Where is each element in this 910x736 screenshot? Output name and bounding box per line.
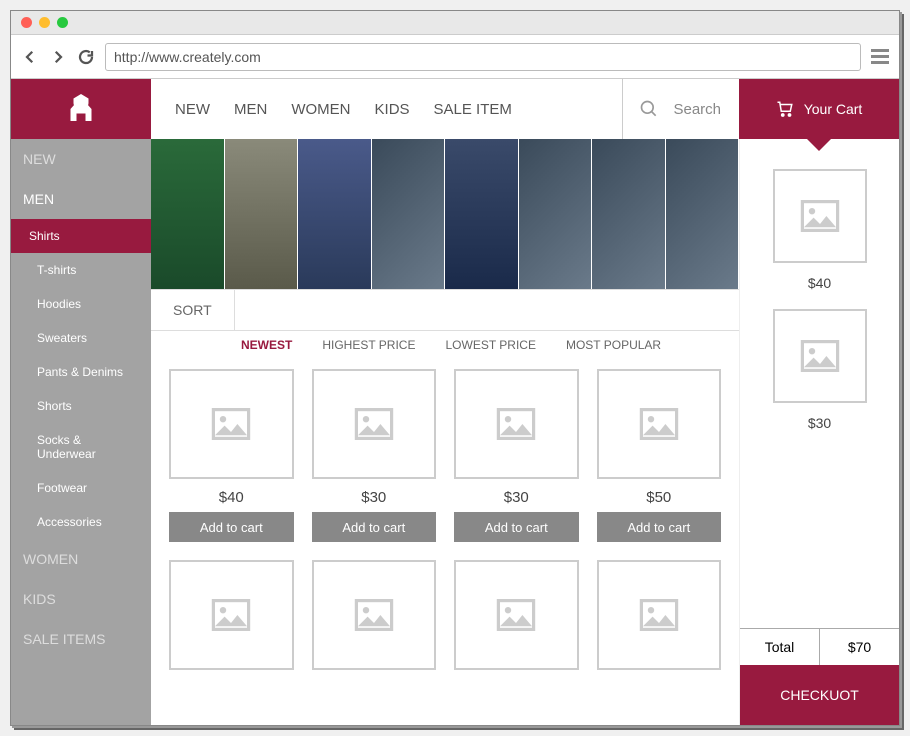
sidebar-sub-shorts[interactable]: Shorts	[11, 389, 151, 423]
sidebar-item-sale[interactable]: SALE ITEMS	[11, 619, 151, 659]
sidebar-sub-footwear[interactable]: Footwear	[11, 471, 151, 505]
product-card	[597, 560, 722, 670]
sidebar-item-kids[interactable]: KIDS	[11, 579, 151, 619]
cart-item-image[interactable]	[773, 309, 867, 403]
checkout-button[interactable]: CHECKUOT	[740, 665, 899, 725]
filter-newest[interactable]: NEWEST	[241, 338, 292, 352]
main-content: SORT NEWEST HIGHEST PRICE LOWEST PRICE M…	[151, 139, 739, 725]
sidebar: NEW MEN Shirts T-shirts Hoodies Sweaters…	[11, 139, 151, 725]
nav-kids[interactable]: KIDS	[375, 101, 410, 118]
product-price: $40	[219, 489, 244, 506]
product-row	[169, 560, 721, 670]
search-area[interactable]: Search	[622, 79, 739, 139]
sidebar-item-new[interactable]: NEW	[11, 139, 151, 179]
search-icon	[639, 99, 659, 119]
cart-item: $30	[773, 309, 867, 431]
sidebar-sub-tshirts[interactable]: T-shirts	[11, 253, 151, 287]
sidebar-item-women[interactable]: WOMEN	[11, 539, 151, 579]
product-image[interactable]	[597, 369, 722, 479]
cart-item-price: $30	[773, 415, 867, 431]
nav-new[interactable]: NEW	[175, 101, 210, 118]
product-row: $40 Add to cart $30 Add to cart $30 Add …	[169, 369, 721, 542]
banner-image-5	[445, 139, 519, 289]
nav-sale[interactable]: SALE ITEM	[434, 101, 512, 118]
cart-header[interactable]: Your Cart	[739, 79, 899, 139]
window-titlebar	[11, 11, 899, 35]
add-to-cart-button[interactable]: Add to cart	[597, 512, 722, 542]
banner-image-2	[225, 139, 299, 289]
back-button[interactable]	[21, 48, 39, 66]
cart-header-label: Your Cart	[804, 101, 863, 117]
cart-total-row: Total $70	[740, 628, 899, 665]
product-image[interactable]	[312, 369, 437, 479]
page-body: NEW MEN Shirts T-shirts Hoodies Sweaters…	[11, 139, 899, 725]
top-nav: NEW MEN WOMEN KIDS SALE ITEM	[151, 79, 622, 139]
product-card: $30 Add to cart	[454, 369, 579, 542]
cart-icon	[776, 100, 794, 118]
hero-banner	[151, 139, 739, 289]
reload-button[interactable]	[77, 48, 95, 66]
add-to-cart-button[interactable]: Add to cart	[454, 512, 579, 542]
search-placeholder: Search	[673, 101, 721, 118]
banner-image-3	[298, 139, 372, 289]
sort-label: SORT	[151, 290, 235, 330]
nav-men[interactable]: MEN	[234, 101, 267, 118]
logo[interactable]	[11, 79, 151, 139]
cart-item-image[interactable]	[773, 169, 867, 263]
url-input[interactable]	[105, 43, 861, 71]
product-price: $30	[504, 489, 529, 506]
banner-image-7	[592, 139, 666, 289]
product-card	[169, 560, 294, 670]
total-value: $70	[820, 629, 899, 665]
banner-image-1	[151, 139, 225, 289]
product-image[interactable]	[312, 560, 437, 670]
product-card: $30 Add to cart	[312, 369, 437, 542]
sidebar-sub-socks[interactable]: Socks & Underwear	[11, 423, 151, 471]
product-image[interactable]	[597, 560, 722, 670]
product-price: $30	[361, 489, 386, 506]
product-card: $50 Add to cart	[597, 369, 722, 542]
nav-women[interactable]: WOMEN	[291, 101, 350, 118]
sidebar-sub-pants[interactable]: Pants & Denims	[11, 355, 151, 389]
sort-bar: SORT	[151, 289, 739, 331]
cart-item-price: $40	[773, 275, 867, 291]
sort-filters: NEWEST HIGHEST PRICE LOWEST PRICE MOST P…	[151, 331, 739, 359]
filter-popular[interactable]: MOST POPULAR	[566, 338, 661, 352]
minimize-icon[interactable]	[39, 17, 50, 28]
banner-image-4	[372, 139, 446, 289]
browser-window: NEW MEN WOMEN KIDS SALE ITEM Search Your…	[10, 10, 900, 726]
product-card	[454, 560, 579, 670]
product-image[interactable]	[169, 560, 294, 670]
filter-highest[interactable]: HIGHEST PRICE	[322, 338, 415, 352]
product-card: $40 Add to cart	[169, 369, 294, 542]
sidebar-sub-accessories[interactable]: Accessories	[11, 505, 151, 539]
add-to-cart-button[interactable]: Add to cart	[312, 512, 437, 542]
product-image[interactable]	[454, 369, 579, 479]
sidebar-sub-shirts[interactable]: Shirts	[11, 219, 151, 253]
total-label: Total	[740, 629, 820, 665]
browser-toolbar	[11, 35, 899, 79]
site-header: NEW MEN WOMEN KIDS SALE ITEM Search Your…	[11, 79, 899, 139]
close-icon[interactable]	[21, 17, 32, 28]
maximize-icon[interactable]	[57, 17, 68, 28]
product-image[interactable]	[169, 369, 294, 479]
sidebar-sub-hoodies[interactable]: Hoodies	[11, 287, 151, 321]
add-to-cart-button[interactable]: Add to cart	[169, 512, 294, 542]
forward-button[interactable]	[49, 48, 67, 66]
banner-image-6	[519, 139, 593, 289]
menu-button[interactable]	[871, 49, 889, 64]
sidebar-sub-sweaters[interactable]: Sweaters	[11, 321, 151, 355]
product-price: $50	[646, 489, 671, 506]
cart-panel: $40 $30 Total $70 CHECKUOT	[739, 139, 899, 725]
product-image[interactable]	[454, 560, 579, 670]
filter-lowest[interactable]: LOWEST PRICE	[445, 338, 535, 352]
product-card	[312, 560, 437, 670]
product-grid: $40 Add to cart $30 Add to cart $30 Add …	[151, 359, 739, 725]
sidebar-item-men[interactable]: MEN	[11, 179, 151, 219]
banner-image-8	[666, 139, 740, 289]
cart-item: $40	[773, 169, 867, 291]
